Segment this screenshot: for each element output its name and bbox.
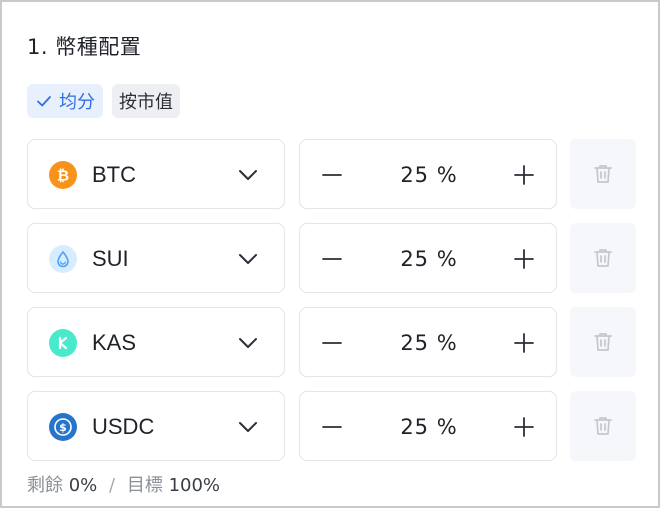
coin-row-sui: SUI 25 % [27, 223, 639, 293]
target-value: 100% [168, 475, 221, 496]
coin-name: SUI [92, 246, 129, 271]
delete-button[interactable] [570, 223, 636, 293]
decrement-button[interactable] [312, 407, 352, 447]
trash-icon [594, 417, 612, 435]
coin-select-btc[interactable]: ₿ BTC [27, 139, 285, 209]
percent-value[interactable]: 25 % [360, 412, 498, 442]
decrement-button[interactable] [312, 239, 352, 279]
coin-name: KAS [92, 330, 137, 355]
coin-row-usdc: $ USDC 25 % [27, 391, 639, 461]
coin-name: BTC [92, 162, 136, 187]
minus-icon [322, 258, 342, 260]
minus-icon [322, 174, 342, 176]
trash-icon [594, 333, 612, 351]
kaspa-icon [49, 329, 77, 357]
bitcoin-icon: ₿ [49, 161, 77, 189]
percent-stepper-kas: 25 % [299, 307, 557, 377]
delete-button[interactable] [570, 391, 636, 461]
percent-value[interactable]: 25 % [360, 328, 498, 358]
allocation-mode-group: 均分 按市值 [27, 84, 180, 118]
minus-icon [322, 426, 342, 428]
percent-stepper-sui: 25 % [299, 223, 557, 293]
mode-equal-label: 均分 [59, 92, 95, 113]
chevron-down-icon [239, 422, 257, 432]
summary-separator: / [109, 475, 116, 496]
plus-icon [514, 417, 534, 437]
percent-stepper-usdc: 25 % [299, 391, 557, 461]
plus-icon [514, 249, 534, 269]
sui-droplet-icon [49, 245, 77, 273]
coin-name: USDC [92, 414, 155, 439]
percent-value[interactable]: 25 % [360, 160, 498, 190]
chevron-down-icon [239, 254, 257, 264]
percent-value[interactable]: 25 % [360, 244, 498, 274]
decrement-button[interactable] [312, 323, 352, 363]
remaining-label: 剩餘 [27, 475, 63, 496]
plus-icon [514, 165, 534, 185]
coin-row-kas: KAS 25 % [27, 307, 639, 377]
increment-button[interactable] [504, 155, 544, 195]
allocation-panel: 1. 幣種配置 均分 按市值 ₿ BTC 25 % SUI 25 % KAS 2… [0, 0, 660, 508]
remaining-value: 0% [68, 475, 98, 496]
decrement-button[interactable] [312, 155, 352, 195]
chevron-down-icon [239, 338, 257, 348]
mode-market-cap-label: 按市值 [119, 92, 173, 113]
increment-button[interactable] [504, 323, 544, 363]
coin-select-kas[interactable]: KAS [27, 307, 285, 377]
check-icon [35, 92, 53, 110]
usdc-icon: $ [49, 413, 77, 441]
delete-button[interactable] [570, 139, 636, 209]
increment-button[interactable] [504, 407, 544, 447]
coin-row-btc: ₿ BTC 25 % [27, 139, 639, 209]
plus-icon [514, 333, 534, 353]
section-title: 1. 幣種配置 [27, 35, 142, 59]
percent-stepper-btc: 25 % [299, 139, 557, 209]
allocation-summary: 剩餘 0% / 目標 100% [27, 473, 220, 499]
svg-text:$: $ [59, 421, 67, 434]
coin-select-sui[interactable]: SUI [27, 223, 285, 293]
coin-select-usdc[interactable]: $ USDC [27, 391, 285, 461]
increment-button[interactable] [504, 239, 544, 279]
trash-icon [594, 165, 612, 183]
delete-button[interactable] [570, 307, 636, 377]
mode-market-cap-button[interactable]: 按市值 [112, 84, 180, 118]
target-label: 目標 [126, 475, 163, 496]
svg-text:₿: ₿ [57, 167, 69, 185]
minus-icon [322, 342, 342, 344]
chevron-down-icon [239, 170, 257, 180]
trash-icon [594, 249, 612, 267]
mode-equal-button[interactable]: 均分 [27, 84, 103, 118]
